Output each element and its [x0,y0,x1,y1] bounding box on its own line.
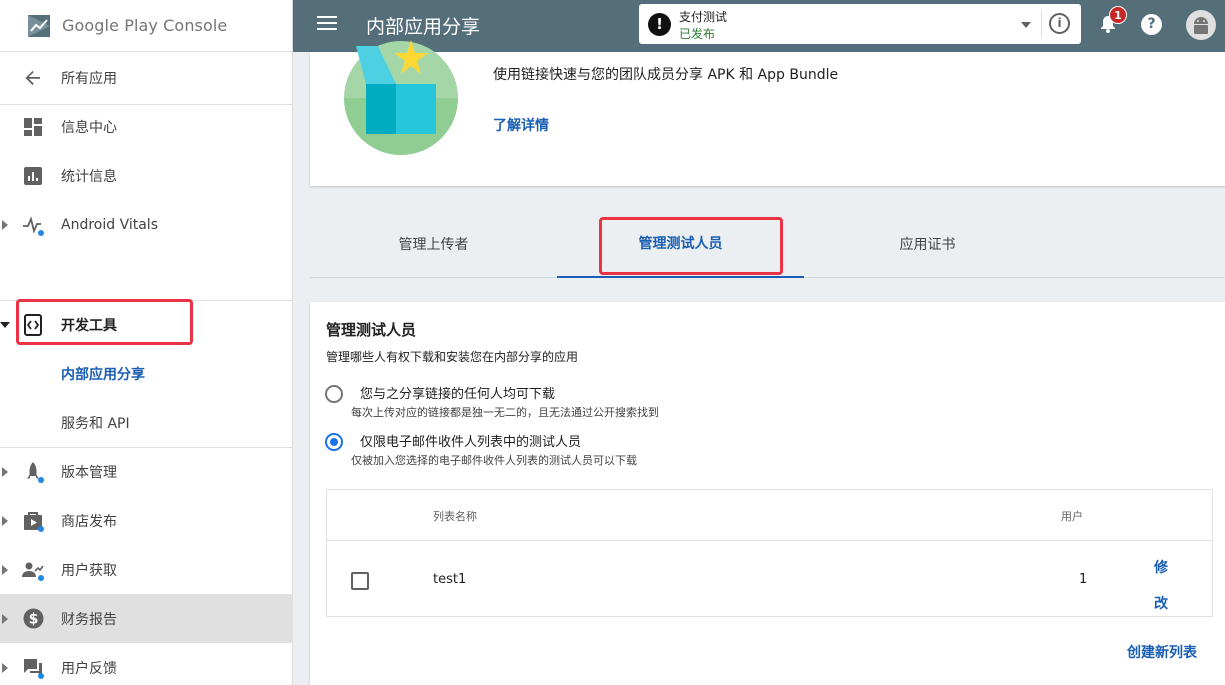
gift-box-illustration-icon [344,40,458,155]
chevron-right-icon [2,564,8,575]
radio-anyone-with-link[interactable] [325,385,343,403]
dashboard-icon [22,116,44,138]
sidebar-item-label: 商店发布 [61,513,117,530]
sidebar-item-label: 版本管理 [61,464,117,481]
sidebar-item-label: 用户获取 [61,562,117,579]
sidebar-item-user-feedback[interactable]: 用户反馈 [0,643,293,685]
sidebar: Google Play Console 所有应用 信息中心 统计信息 Andro… [0,0,293,685]
status-dot-icon [38,673,44,679]
chevron-right-icon [2,613,8,624]
chevron-down-icon[interactable] [1021,22,1031,28]
row-checkbox[interactable] [351,572,369,590]
learn-more-link[interactable]: 了解详情 [493,115,549,135]
chevron-right-icon [2,219,8,230]
alert-icon: ! [648,13,671,36]
sidebar-item-label: 服务和 API [61,415,130,432]
users-count-cell: 1 [1079,572,1088,587]
play-console-logo-icon [28,14,50,37]
create-new-list-link[interactable]: 创建新列表 [1127,642,1197,662]
tab-bar: 管理上传者 管理测试人员 应用证书 [310,209,1225,278]
status-dot-icon [38,575,44,581]
sidebar-item-label: 财务报告 [61,611,117,628]
chevron-right-icon [2,662,8,673]
tab-manage-testers[interactable]: 管理测试人员 [557,209,804,278]
sidebar-item-label: 信息中心 [61,119,117,136]
section-title: 管理测试人员 [326,321,417,339]
radio-email-list-only[interactable] [325,433,343,451]
sidebar-item-financial-reports[interactable]: $ 财务报告 [0,594,293,643]
info-icon[interactable]: i [1049,13,1070,34]
avatar[interactable] [1186,10,1216,40]
option-hint: 仅被加入您选择的电子邮件收件人列表的测试人员可以下载 [351,454,637,467]
app-selector[interactable]: ! 支付测试 已发布 i [639,4,1081,44]
app-name: 支付测试 [679,10,728,24]
chevron-right-icon [2,515,8,526]
section-subtitle: 管理哪些人有权下载和安装您在内部分享的应用 [326,350,579,364]
app-status: 已发布 [679,27,716,41]
sidebar-item-release-management[interactable]: 版本管理 [0,447,293,496]
chevron-right-icon [2,466,8,477]
sidebar-item-statistics[interactable]: 统计信息 [0,151,293,200]
status-dot-icon [38,526,44,532]
sidebar-item-store-presence[interactable]: 商店发布 [0,496,293,545]
column-header-users: 用户 [1061,510,1083,523]
svg-text:$: $ [28,612,38,628]
dollar-icon: $ [22,608,44,630]
column-header-list-name: 列表名称 [433,510,477,523]
sidebar-item-label: 所有应用 [61,70,117,87]
option-label: 仅限电子邮件收件人列表中的测试人员 [360,435,582,450]
tester-lists-table: 列表名称 用户 test1 1 修改 [326,489,1213,617]
intro-description: 使用链接快速与您的团队成员分享 APK 和 App Bundle [493,67,839,83]
brand-name: Google Play Console [62,16,228,35]
arrow-left-icon [22,67,44,89]
status-dot-icon [38,230,44,236]
sidebar-item-user-acquisition[interactable]: 用户获取 [0,545,293,594]
option-label: 您与之分享链接的任何人均可下载 [360,387,556,402]
dev-tools-icon [22,313,44,336]
notification-badge: 1 [1109,6,1127,24]
tab-app-certificates[interactable]: 应用证书 [804,209,1051,278]
sidebar-item-internal-app-sharing[interactable]: 内部应用分享 [0,349,293,398]
android-avatar-icon [1194,17,1208,34]
testers-card: 管理测试人员 管理哪些人有权下载和安装您在内部分享的应用 您与之分享链接的任何人… [310,302,1225,685]
sidebar-item-label: 开发工具 [61,317,117,334]
intro-card: 使用链接快速与您的团队成员分享 APK 和 App Bundle 了解详情 [310,40,1225,186]
sidebar-item-android-vitals[interactable]: Android Vitals [0,200,293,249]
option-hint: 每次上传对应的链接都是独一无二的，且无法通过公开搜索找到 [351,406,659,419]
sidebar-item-services-api[interactable]: 服务和 API [0,398,293,447]
sidebar-item-all-apps[interactable]: 所有应用 [0,53,293,102]
status-dot-icon [38,477,44,483]
sidebar-item-label: 统计信息 [61,168,117,185]
menu-icon[interactable] [317,16,337,36]
brand-logo[interactable]: Google Play Console [0,0,292,52]
sidebar-item-label: Android Vitals [61,216,158,233]
chevron-down-icon [0,321,10,328]
sidebar-item-label: 内部应用分享 [61,366,145,383]
sidebar-item-dashboard[interactable]: 信息中心 [0,102,293,151]
divider [1041,10,1042,38]
tab-manage-uploaders[interactable]: 管理上传者 [310,209,557,278]
sidebar-item-dev-tools[interactable]: 开发工具 [0,300,293,349]
list-name-cell: test1 [433,572,467,587]
divider [327,540,1212,541]
help-icon[interactable]: ? [1141,14,1162,35]
bar-chart-icon [22,165,44,187]
edit-list-link[interactable]: 修改 [1154,550,1170,622]
sidebar-item-label: 用户反馈 [61,660,117,677]
